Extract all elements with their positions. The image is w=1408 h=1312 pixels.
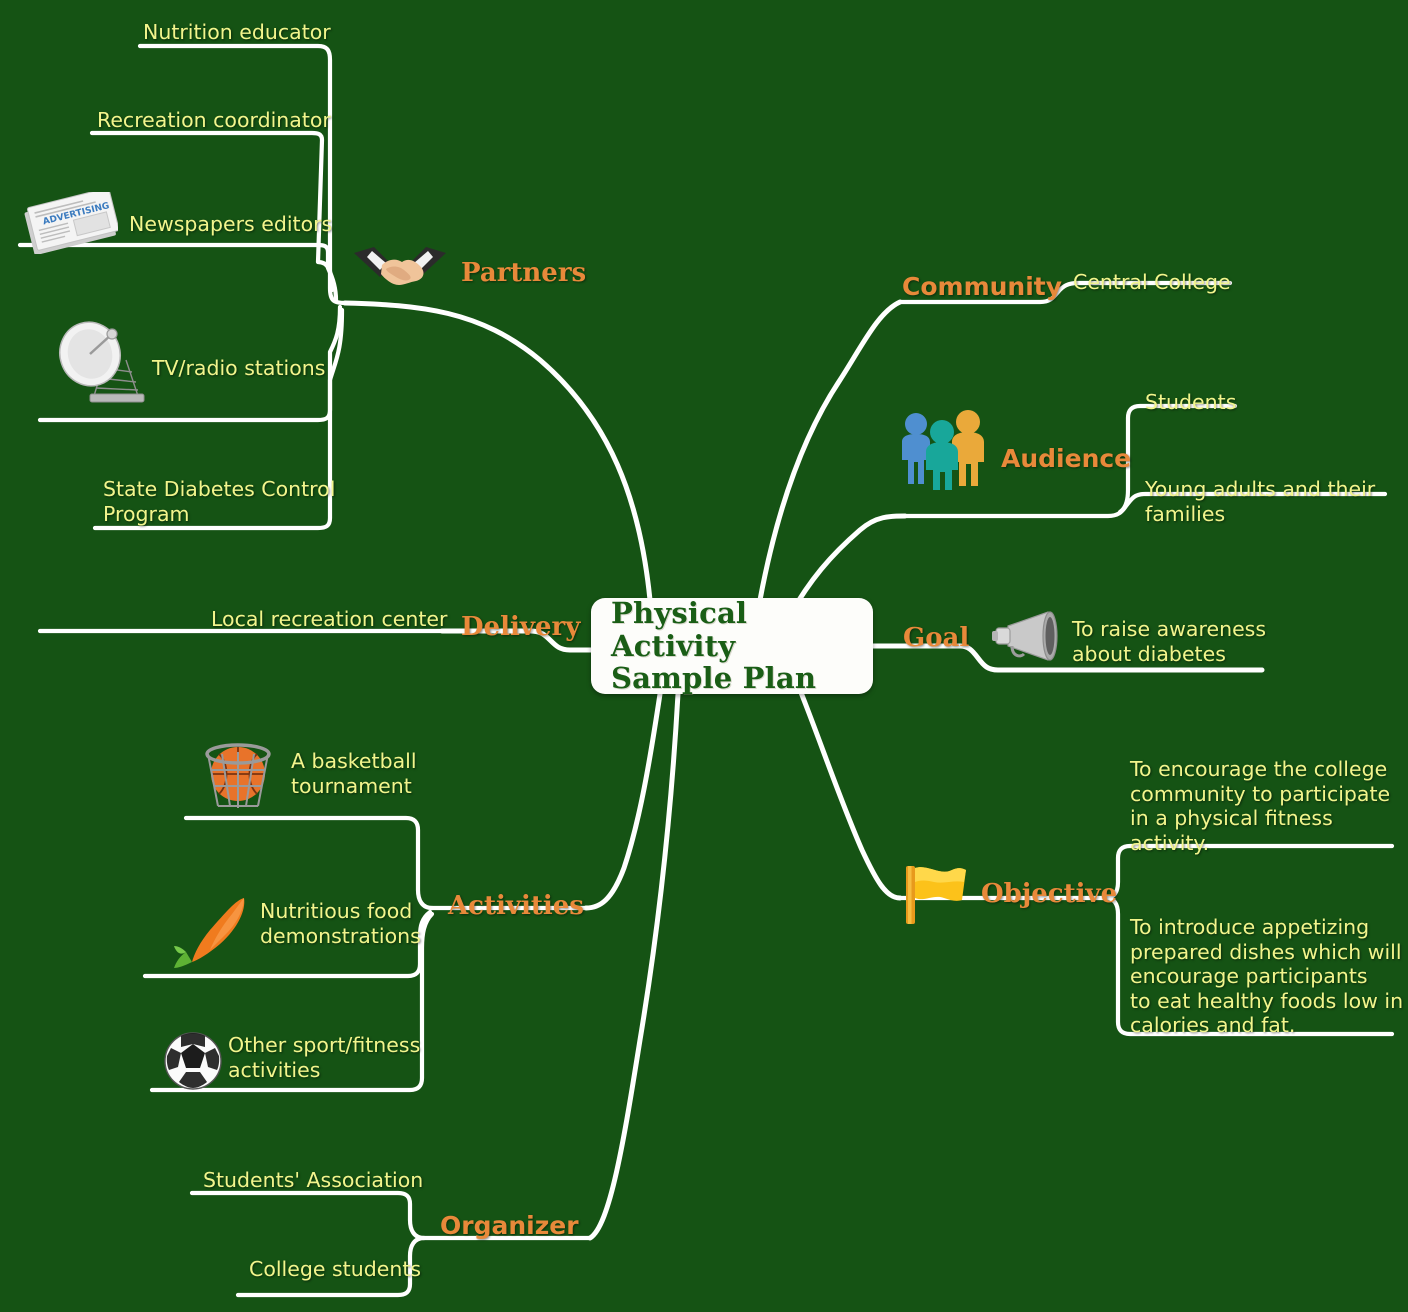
branch-label-activities[interactable]: Activities [448, 891, 584, 921]
leaf-objective-encourage[interactable]: To encourage the college community to pa… [1130, 757, 1390, 855]
newspaper-advertising-icon: ADVERTISING [22, 187, 120, 256]
branch-label-delivery[interactable]: Delivery [461, 612, 580, 642]
leaf-nutritious-food-demonstrations[interactable]: Nutritious food demonstrations [260, 899, 421, 948]
leaf-tv-radio-stations[interactable]: TV/radio stations [152, 356, 325, 381]
branch-label-objective[interactable]: Objective [981, 879, 1117, 909]
branch-label-partners[interactable]: Partners [461, 258, 586, 288]
leaf-basketball-tournament[interactable]: A basketball tournament [291, 749, 417, 798]
three-people-icon [898, 410, 994, 490]
branch-label-community[interactable]: Community [902, 272, 1062, 301]
carrot-icon [172, 892, 258, 968]
branch-label-organizer[interactable]: Organizer [440, 1211, 579, 1240]
soccer-ball-icon [162, 1030, 224, 1092]
leaf-raise-awareness[interactable]: To raise awareness about diabetes [1072, 617, 1266, 666]
handshake-icon [352, 243, 448, 295]
leaf-other-sport-fitness[interactable]: Other sport/fitness activities [228, 1033, 420, 1082]
leaf-college-students[interactable]: College students [249, 1257, 421, 1282]
leaf-recreation-coordinator[interactable]: Recreation coordinator [97, 108, 331, 133]
leaf-young-adults-families[interactable]: Young adults and their families [1145, 477, 1375, 526]
leaf-newspapers-editors[interactable]: Newspapers editors [129, 212, 332, 237]
central-title: Physical Activity Sample Plan [611, 596, 817, 696]
yellow-flag-icon [900, 862, 976, 926]
satellite-dish-icon [52, 320, 156, 404]
mindmap-canvas: .w{fill:none;stroke:#ffffff;stroke-linec… [0, 0, 1408, 1312]
leaf-central-college[interactable]: Central College [1073, 270, 1231, 295]
leaf-local-recreation-center[interactable]: Local recreation center [211, 607, 447, 632]
basketball-hoop-icon [196, 730, 280, 816]
branch-label-audience[interactable]: Audience [1001, 444, 1131, 473]
central-node[interactable]: Physical Activity Sample Plan [591, 596, 873, 696]
leaf-objective-introduce[interactable]: To introduce appetizing prepared dishes … [1130, 915, 1403, 1038]
leaf-students-association[interactable]: Students' Association [203, 1168, 423, 1193]
leaf-nutrition-educator[interactable]: Nutrition educator [143, 20, 331, 45]
leaf-students[interactable]: Students [1145, 390, 1236, 415]
megaphone-icon [990, 608, 1070, 664]
leaf-state-diabetes-control-program[interactable]: State Diabetes Control Program [103, 477, 335, 526]
branch-label-goal[interactable]: Goal [903, 623, 969, 653]
